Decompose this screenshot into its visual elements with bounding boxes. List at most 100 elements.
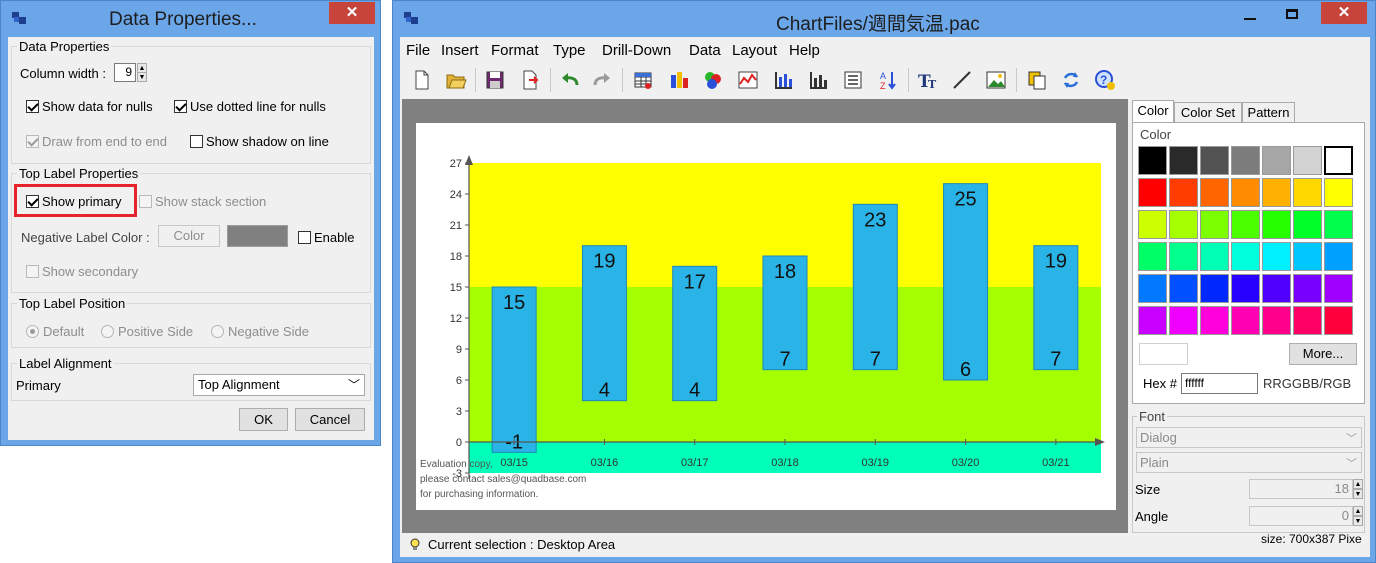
bar-low-label[interactable]: 7 xyxy=(779,349,790,371)
color-swatch[interactable] xyxy=(1231,242,1260,271)
y-tick-label[interactable]: 9 xyxy=(456,344,462,356)
size-down-arrow[interactable]: ▼ xyxy=(1353,489,1363,499)
color-swatch[interactable] xyxy=(1200,178,1229,207)
angle-down-arrow[interactable]: ▼ xyxy=(1353,516,1363,526)
bar-low-label[interactable]: 7 xyxy=(1050,349,1061,371)
font-style-select[interactable]: Plain ﹀ xyxy=(1136,452,1362,473)
primary-alignment-select[interactable]: Top Alignment ﹀ xyxy=(193,374,365,396)
tab-color-set[interactable]: Color Set xyxy=(1174,102,1242,123)
menu-format[interactable]: Format xyxy=(491,42,539,59)
bar[interactable] xyxy=(943,183,989,381)
column-width-down-arrow[interactable]: ▼ xyxy=(137,72,147,82)
ok-button[interactable]: OK xyxy=(239,408,288,431)
dialog-titlebar[interactable]: Data Properties... ✕ xyxy=(1,1,380,37)
dotted-line-nulls-checkbox[interactable]: Use dotted line for nulls xyxy=(174,99,326,114)
color-swatch[interactable] xyxy=(1293,306,1322,335)
bar-low-label[interactable]: 7 xyxy=(870,349,881,371)
color-swatch[interactable] xyxy=(1262,210,1291,239)
color-swatch[interactable] xyxy=(1293,210,1322,239)
menu-drill-down[interactable]: Drill-Down xyxy=(602,42,671,59)
negative-color-swatch[interactable] xyxy=(227,225,288,247)
color-swatch[interactable] xyxy=(1293,178,1322,207)
color-swatch[interactable] xyxy=(1324,146,1353,175)
color-swatch[interactable] xyxy=(1138,274,1167,303)
color-swatch[interactable] xyxy=(1169,178,1198,207)
angle-up-arrow[interactable]: ▲ xyxy=(1353,506,1363,516)
data-label-icon[interactable] xyxy=(807,69,829,91)
legend-icon[interactable] xyxy=(842,69,864,91)
x-tick-label[interactable]: 03/16 xyxy=(591,457,619,469)
y-tick-label[interactable]: 3 xyxy=(456,406,462,418)
color-swatch[interactable] xyxy=(1262,178,1291,207)
bar-high-label[interactable]: 15 xyxy=(503,292,525,314)
show-primary-checkbox[interactable]: Show primary xyxy=(26,194,121,209)
color-swatch[interactable] xyxy=(1138,210,1167,239)
main-close-button[interactable]: ✕ xyxy=(1321,2,1367,24)
menu-layout[interactable]: Layout xyxy=(732,42,777,59)
minimize-icon[interactable] xyxy=(1244,18,1256,20)
redo-icon[interactable] xyxy=(591,69,613,91)
bar-high-label[interactable]: 18 xyxy=(774,261,796,283)
draw-line-icon[interactable] xyxy=(951,69,973,91)
new-file-icon[interactable] xyxy=(411,69,433,91)
color-swatch[interactable] xyxy=(1262,146,1291,175)
show-stack-section-checkbox[interactable]: Show stack section xyxy=(139,194,266,209)
negative-color-button[interactable]: Color xyxy=(158,225,220,247)
color-swatch[interactable] xyxy=(1324,306,1353,335)
column-width-spinner[interactable]: 9 xyxy=(114,63,136,82)
color-swatch[interactable] xyxy=(1200,210,1229,239)
axis-icon[interactable] xyxy=(772,69,794,91)
bar-high-label[interactable]: 23 xyxy=(864,209,886,231)
bar-low-label[interactable]: 4 xyxy=(689,380,700,402)
cancel-button[interactable]: Cancel xyxy=(295,408,365,431)
color-swatch[interactable] xyxy=(1293,146,1322,175)
color-swatch[interactable] xyxy=(1169,242,1198,271)
bar-high-label[interactable]: 17 xyxy=(684,271,706,293)
y-tick-label[interactable]: 6 xyxy=(456,375,462,387)
color-swatch[interactable] xyxy=(1169,274,1198,303)
y-tick-label[interactable]: 27 xyxy=(450,158,462,170)
insert-image-icon[interactable] xyxy=(985,69,1007,91)
color-swatch[interactable] xyxy=(1262,274,1291,303)
x-tick-label[interactable]: 03/21 xyxy=(1042,457,1070,469)
color-swatch[interactable] xyxy=(1262,306,1291,335)
x-tick-label[interactable]: 03/20 xyxy=(952,457,980,469)
color-swatch[interactable] xyxy=(1138,306,1167,335)
undo-icon[interactable] xyxy=(559,69,581,91)
y-tick-label[interactable]: 12 xyxy=(450,313,462,325)
data-table-icon[interactable] xyxy=(632,69,654,91)
color-swatch[interactable] xyxy=(1324,242,1353,271)
line-chart-icon[interactable] xyxy=(737,69,759,91)
color-swatch[interactable] xyxy=(1231,210,1260,239)
refresh-icon[interactable] xyxy=(1060,69,1082,91)
bar-high-label[interactable]: 25 xyxy=(954,189,976,211)
x-tick-label[interactable]: 03/18 xyxy=(771,457,799,469)
menu-insert[interactable]: Insert xyxy=(441,42,479,59)
show-shadow-checkbox[interactable]: Show shadow on line xyxy=(190,134,329,149)
more-colors-button[interactable]: More... xyxy=(1289,343,1357,365)
color-swatch[interactable] xyxy=(1293,274,1322,303)
y-tick-label[interactable]: 21 xyxy=(450,220,462,232)
color-swatch[interactable] xyxy=(1324,210,1353,239)
menu-help[interactable]: Help xyxy=(789,42,820,59)
color-swatch[interactable] xyxy=(1169,210,1198,239)
color-swatch[interactable] xyxy=(1138,242,1167,271)
enable-checkbox[interactable]: Enable xyxy=(298,230,354,245)
maximize-icon[interactable] xyxy=(1286,9,1298,19)
bar-low-label[interactable]: 4 xyxy=(599,380,610,402)
chart-type-icon[interactable] xyxy=(668,69,690,91)
color-swatch[interactable] xyxy=(1324,178,1353,207)
color-swatch[interactable] xyxy=(1293,242,1322,271)
draw-end-to-end-checkbox[interactable]: Draw from end to end xyxy=(26,134,167,149)
x-tick-label[interactable]: 03/17 xyxy=(681,457,709,469)
color-swatch[interactable] xyxy=(1200,274,1229,303)
positive-side-radio[interactable]: Positive Side xyxy=(101,324,193,339)
bar-low-label[interactable]: 6 xyxy=(960,359,971,381)
chart-svg[interactable]: 15-103/1519403/1617403/1718703/1823703/1… xyxy=(416,123,1116,510)
color-swatch[interactable] xyxy=(1231,306,1260,335)
hex-input[interactable]: ffffff xyxy=(1181,373,1258,394)
angle-input[interactable]: 0 xyxy=(1249,506,1353,526)
color-swatch[interactable] xyxy=(1138,146,1167,175)
tab-pattern[interactable]: Pattern xyxy=(1242,102,1295,123)
font-name-select[interactable]: Dialog ﹀ xyxy=(1136,427,1362,448)
